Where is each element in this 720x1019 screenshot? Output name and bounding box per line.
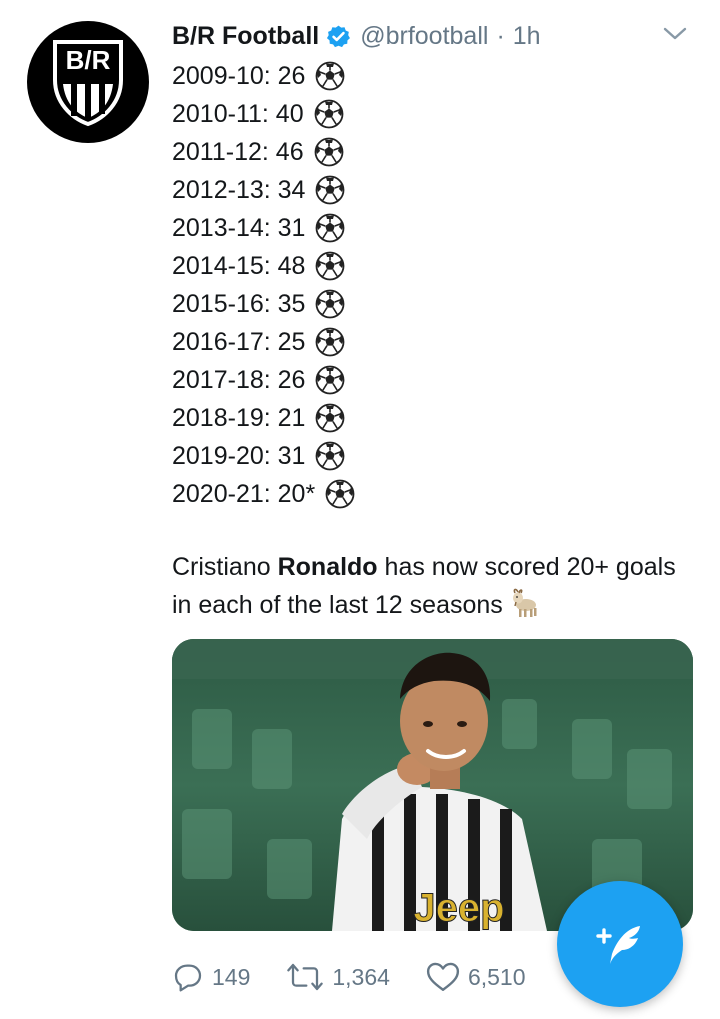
soccer-ball-icon bbox=[315, 61, 345, 91]
retweet-count: 1,364 bbox=[332, 963, 390, 990]
account-name[interactable]: B/R Football bbox=[172, 22, 319, 51]
season-row: 2011-12: 46 bbox=[172, 133, 355, 171]
season-label: 2012-13: 34 bbox=[172, 176, 306, 204]
verified-badge-icon bbox=[326, 24, 351, 49]
separator-dot: · bbox=[496, 21, 505, 50]
tweet-text: Cristiano Ronaldo has now scored 20+ goa… bbox=[172, 548, 692, 624]
soccer-ball-icon bbox=[315, 403, 345, 433]
soccer-ball-icon bbox=[314, 99, 344, 129]
season-label: 2014-15: 48 bbox=[172, 252, 306, 280]
season-list: 2009-10: 26 2010-11: 40 2011-12: 46 2012-13… bbox=[172, 57, 355, 513]
compose-tweet-button[interactable] bbox=[557, 881, 683, 1007]
soccer-ball-icon bbox=[314, 137, 344, 167]
tweet-actions: 149 1,364 6,510 bbox=[172, 952, 562, 1002]
avatar-text: B/R bbox=[66, 45, 111, 75]
soccer-ball-icon bbox=[315, 289, 345, 319]
season-label: 2018-19: 21 bbox=[172, 404, 306, 432]
account-handle[interactable]: @brfootball bbox=[360, 22, 488, 51]
season-label: 2020-21: 20* bbox=[172, 480, 316, 508]
like-button[interactable]: 6,510 bbox=[426, 961, 526, 993]
season-row: 2017-18: 26 bbox=[172, 361, 355, 399]
retweet-icon bbox=[287, 963, 324, 991]
heart-icon bbox=[426, 962, 460, 991]
reply-count: 149 bbox=[212, 963, 251, 990]
tweet-text-bold[interactable]: Ronaldo bbox=[278, 553, 378, 581]
season-row: 2012-13: 34 bbox=[172, 171, 355, 209]
br-logo-icon: B/R bbox=[53, 40, 123, 127]
season-label: 2009-10: 26 bbox=[172, 62, 306, 90]
season-row: 2010-11: 40 bbox=[172, 95, 355, 133]
season-row: 2019-20: 31 bbox=[172, 437, 355, 475]
season-row: 2018-19: 21 bbox=[172, 399, 355, 437]
season-label: 2019-20: 31 bbox=[172, 442, 306, 470]
soccer-ball-icon bbox=[325, 479, 355, 509]
tweet-header: B/R Football @brfootball · 1h bbox=[172, 16, 700, 56]
timestamp[interactable]: 1h bbox=[513, 22, 541, 51]
season-label: 2010-11: 40 bbox=[172, 100, 304, 128]
soccer-ball-icon bbox=[315, 251, 345, 281]
season-row: 2016-17: 25 bbox=[172, 323, 355, 361]
compose-tweet-icon bbox=[596, 926, 640, 964]
chevron-down-icon[interactable] bbox=[662, 22, 688, 51]
season-label: 2013-14: 31 bbox=[172, 214, 306, 242]
reply-icon bbox=[174, 964, 202, 992]
soccer-ball-icon bbox=[315, 213, 345, 243]
goat-emoji-icon bbox=[509, 587, 541, 619]
retweet-button[interactable]: 1,364 bbox=[286, 961, 390, 993]
shirt-text: Jeep bbox=[413, 886, 504, 930]
avatar[interactable]: B/R bbox=[27, 21, 149, 143]
soccer-ball-icon bbox=[315, 441, 345, 471]
season-row: 2014-15: 48 bbox=[172, 247, 355, 285]
soccer-ball-icon bbox=[315, 327, 345, 357]
season-label: 2017-18: 26 bbox=[172, 366, 306, 394]
season-row: 2013-14: 31 bbox=[172, 209, 355, 247]
season-row: 2020-21: 20* bbox=[172, 475, 355, 513]
season-label: 2016-17: 25 bbox=[172, 328, 306, 356]
season-label: 2015-16: 35 bbox=[172, 290, 306, 318]
soccer-ball-icon bbox=[315, 175, 345, 205]
season-label: 2011-12: 46 bbox=[172, 138, 304, 166]
soccer-ball-icon bbox=[315, 365, 345, 395]
tweet-text-prefix: Cristiano bbox=[172, 553, 278, 581]
like-count: 6,510 bbox=[467, 963, 526, 990]
season-row: 2015-16: 35 bbox=[172, 285, 355, 323]
season-row: 2009-10: 26 bbox=[172, 57, 355, 95]
reply-button[interactable]: 149 bbox=[172, 961, 250, 993]
